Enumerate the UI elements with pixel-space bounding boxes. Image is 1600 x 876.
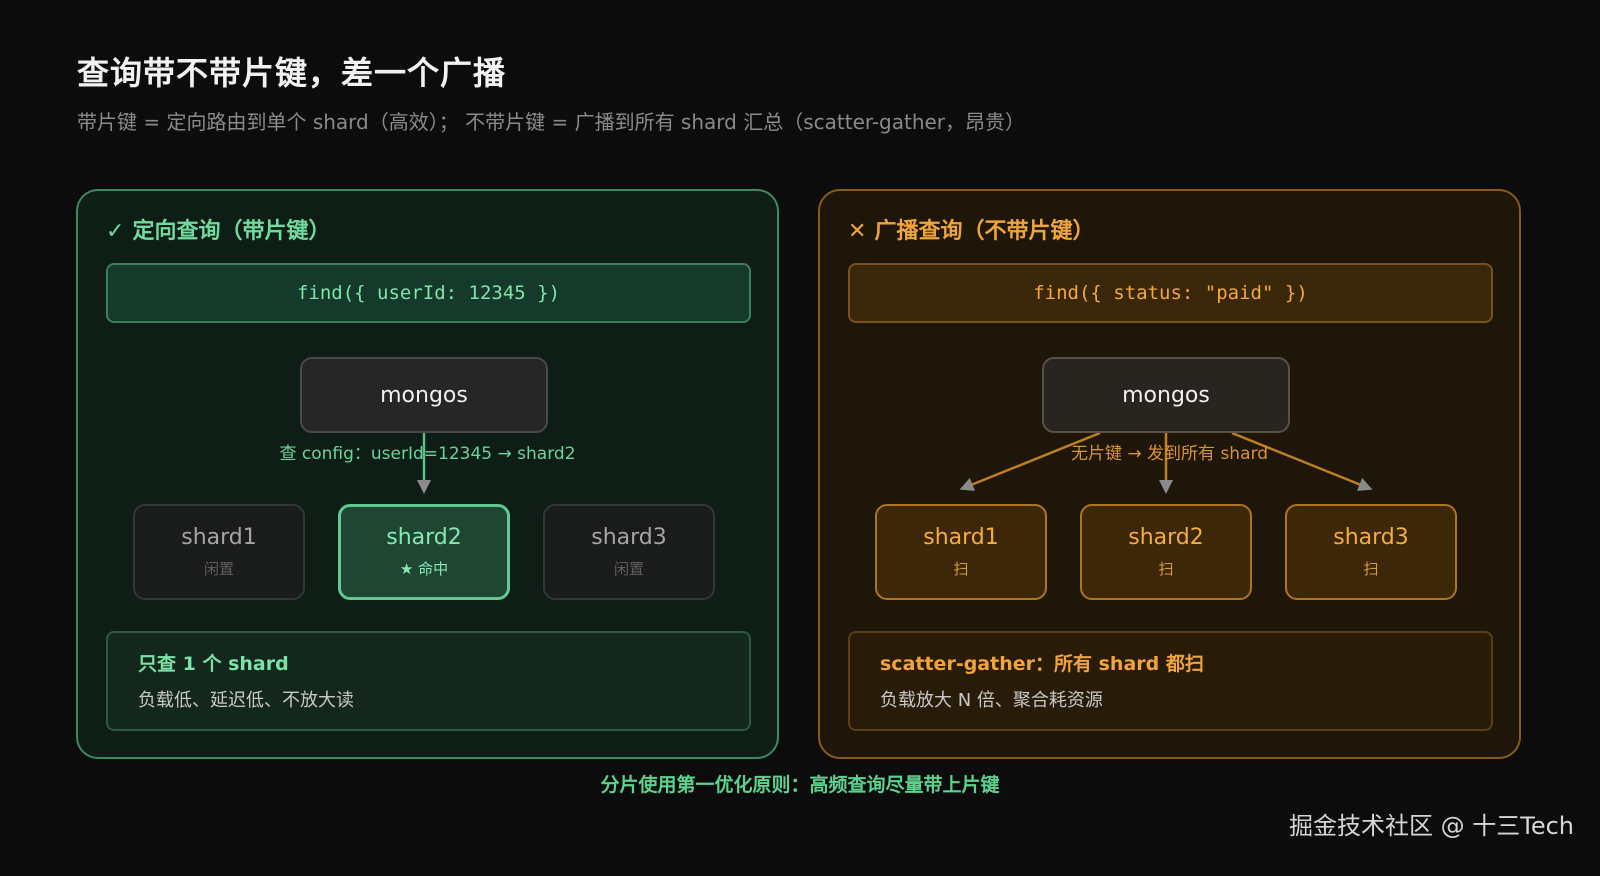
shard-name: shard2 xyxy=(1128,525,1204,550)
broadcast-route-label: 无片键 → 发到所有 shard xyxy=(1071,444,1268,464)
targeted-summary-box: 只查 1 个 shard 负载低、延迟低、不放大读 xyxy=(106,631,751,731)
shard-name: shard1 xyxy=(181,525,257,550)
shard-name: shard1 xyxy=(923,525,999,550)
targeted-shard2-node: shard2 ★ 命中 xyxy=(338,504,510,600)
page-title: 查询带不带片键，差一个广播 xyxy=(77,54,507,92)
shard-status: 扫 xyxy=(1363,560,1379,578)
broadcast-query-panel: ✕ 广播查询（不带片键） find({ status: "paid" }) mon… xyxy=(818,189,1521,759)
shard-status: 闲置 xyxy=(203,560,234,578)
watermark: 掘金技术社区 @ 十三Tech xyxy=(1288,812,1574,840)
shard-name: shard2 xyxy=(386,525,462,550)
broadcast-mongos-node: mongos xyxy=(1042,357,1290,433)
broadcast-summary-box: scatter-gather：所有 shard 都扫 负载放大 N 倍、聚合耗资… xyxy=(848,631,1493,731)
broadcast-summary-desc: 负载放大 N 倍、聚合耗资源 xyxy=(880,690,1103,711)
broadcast-summary-title: scatter-gather：所有 shard 都扫 xyxy=(880,653,1204,675)
shard-status: 闲置 xyxy=(613,560,644,578)
targeted-mongos-node: mongos xyxy=(300,357,548,433)
footer-principle: 分片使用第一优化原则：高频查询尽量带上片键 xyxy=(600,774,1000,796)
targeted-summary-desc: 负载低、延迟低、不放大读 xyxy=(138,690,354,711)
targeted-route-label: 查 config：userId=12345 → shard2 xyxy=(279,444,576,464)
targeted-shard1-node: shard1 闲置 xyxy=(133,504,305,600)
page-subtitle: 带片键 = 定向路由到单个 shard（高效）； 不带片键 = 广播到所有 sh… xyxy=(77,110,1026,134)
shard-status: ★ 命中 xyxy=(399,560,449,578)
broadcast-shard3-node: shard3 扫 xyxy=(1285,504,1457,600)
broadcast-shard2-node: shard2 扫 xyxy=(1080,504,1252,600)
targeted-summary-title: 只查 1 个 shard xyxy=(138,653,289,675)
targeted-shard3-node: shard3 闲置 xyxy=(543,504,715,600)
broadcast-shard1-node: shard1 扫 xyxy=(875,504,1047,600)
shard-status: 扫 xyxy=(953,560,969,578)
shard-name: shard3 xyxy=(591,525,667,550)
targeted-query-panel: ✓ 定向查询（带片键） find({ userId: 12345 }) mongo… xyxy=(76,189,779,759)
shard-name: shard3 xyxy=(1333,525,1409,550)
shard-status: 扫 xyxy=(1158,560,1174,578)
